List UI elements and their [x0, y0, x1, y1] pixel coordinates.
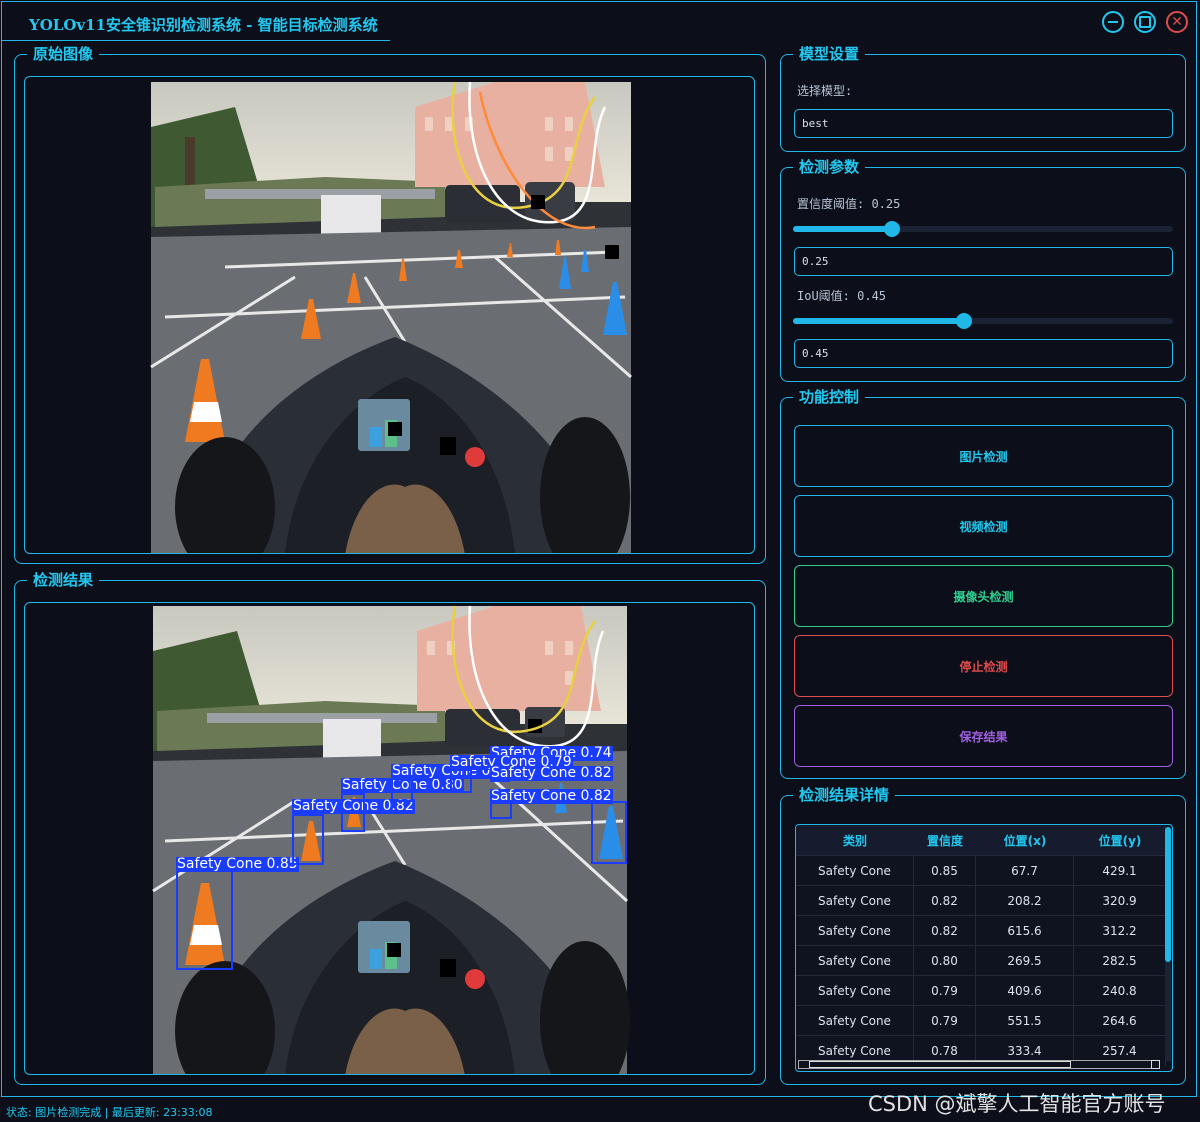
result-image-view: Safety Cone 0.85 Safety Cone 0.82 Safety… — [24, 602, 755, 1075]
header-class[interactable]: 类别 — [796, 825, 914, 855]
cell-confidence: 0.82 — [914, 916, 976, 946]
cell-x: 551.5 — [976, 1006, 1074, 1036]
watermark: CSDN @斌擎人工智能官方账号 — [868, 1092, 1166, 1116]
result-image-title: 检测结果 — [27, 571, 100, 589]
cell-confidence: 0.85 — [914, 856, 976, 886]
model-settings-title: 模型设置 — [793, 45, 866, 63]
cell-class: Safety Cone — [796, 916, 914, 946]
confidence-slider-fill — [793, 226, 892, 232]
original-image-title: 原始图像 — [27, 45, 100, 63]
detection-box — [591, 801, 627, 864]
function-controls-title: 功能控制 — [793, 388, 866, 406]
header-x[interactable]: 位置(x) — [976, 825, 1074, 855]
original-image-view — [24, 76, 755, 554]
horizontal-scrollbar[interactable] — [798, 1060, 1160, 1069]
cell-y: 264.6 — [1074, 1006, 1166, 1036]
cell-x: 67.7 — [976, 856, 1074, 886]
horizontal-scrollbar-thumb[interactable] — [809, 1061, 1071, 1068]
confidence-label: 置信度阈值: 0.25 — [797, 197, 901, 211]
camera-detect-button[interactable]: 摄像头检测 — [794, 565, 1173, 627]
cell-confidence: 0.80 — [914, 946, 976, 976]
original-image — [150, 81, 632, 553]
cell-confidence: 0.79 — [914, 976, 976, 1006]
status-bar: 状态: 图片检测完成 | 最后更新: 23:33:08 — [6, 1106, 213, 1119]
result-details-title: 检测结果详情 — [793, 786, 896, 804]
detection-label: Safety Cone 0.82 — [490, 765, 613, 781]
cell-class: Safety Cone — [796, 1006, 914, 1036]
cell-y: 282.5 — [1074, 946, 1166, 976]
cell-class: Safety Cone — [796, 976, 914, 1006]
scroll-corner — [1151, 1060, 1160, 1069]
vertical-scrollbar[interactable] — [1165, 827, 1171, 1061]
save-result-button[interactable]: 保存结果 — [794, 705, 1173, 767]
table-header: 类别 置信度 位置(x) 位置(y) — [796, 825, 1166, 855]
cell-confidence: 0.82 — [914, 886, 976, 916]
stop-detect-button[interactable]: 停止检测 — [794, 635, 1173, 697]
iou-slider-fill — [793, 318, 964, 324]
confidence-slider-handle[interactable] — [883, 221, 900, 237]
model-select-label: 选择模型: — [797, 84, 853, 98]
confidence-spinbox[interactable]: 0.25 — [794, 247, 1173, 276]
title-bar: YOLOv11安全锥识别检测系统 - 智能目标检测系统 — [2, 2, 1196, 42]
cell-y: 429.1 — [1074, 856, 1166, 886]
cell-class: Safety Cone — [796, 886, 914, 916]
cell-class: Safety Cone — [796, 946, 914, 976]
cell-x: 615.6 — [976, 916, 1074, 946]
title-underline — [2, 40, 390, 41]
vertical-scrollbar-thumb[interactable] — [1165, 827, 1171, 962]
iou-slider[interactable] — [793, 313, 1173, 329]
video-detect-button[interactable]: 视频检测 — [794, 495, 1173, 557]
detection-box — [391, 778, 413, 802]
table-row[interactable]: Safety Cone 0.82 615.6 312.2 — [796, 915, 1166, 946]
confidence-slider[interactable] — [793, 221, 1173, 237]
table-row[interactable]: Safety Cone 0.79 409.6 240.8 — [796, 975, 1166, 1006]
detection-box — [292, 814, 324, 865]
cell-x: 208.2 — [976, 886, 1074, 916]
header-confidence[interactable]: 置信度 — [914, 825, 976, 855]
close-icon[interactable]: ✕ — [1166, 11, 1188, 33]
cell-y: 320.9 — [1074, 886, 1166, 916]
window-title: YOLOv11安全锥识别检测系统 - 智能目标检测系统 — [29, 16, 378, 34]
cell-y: 312.2 — [1074, 916, 1166, 946]
header-y[interactable]: 位置(y) — [1074, 825, 1166, 855]
cell-y: 240.8 — [1074, 976, 1166, 1006]
detection-box — [450, 769, 472, 793]
cell-confidence: 0.79 — [914, 1006, 976, 1036]
cell-x: 409.6 — [976, 976, 1074, 1006]
table-row[interactable]: Safety Cone 0.79 551.5 264.6 — [796, 1005, 1166, 1036]
model-select[interactable]: best — [794, 109, 1173, 138]
minimize-icon[interactable] — [1102, 11, 1124, 33]
table-row[interactable]: Safety Cone 0.82 208.2 320.9 — [796, 885, 1166, 916]
cell-x: 269.5 — [976, 946, 1074, 976]
iou-slider-handle[interactable] — [956, 313, 972, 329]
detection-label: Safety Cone 0.82 — [490, 788, 613, 804]
table-row[interactable]: Safety Cone 0.80 269.5 282.5 — [796, 945, 1166, 976]
iou-label: IoU阈值: 0.45 — [797, 289, 887, 303]
result-table[interactable]: 类别 置信度 位置(x) 位置(y) Safety Cone 0.85 67.7 42… — [795, 824, 1173, 1072]
image-detect-button[interactable]: 图片检测 — [794, 425, 1173, 487]
maximize-icon[interactable] — [1134, 11, 1156, 33]
detection-label: Safety Cone 0.85 — [176, 856, 299, 872]
table-row[interactable]: Safety Cone 0.85 67.7 429.1 — [796, 855, 1166, 886]
result-image — [152, 605, 630, 1074]
iou-spinbox[interactable]: 0.45 — [794, 339, 1173, 368]
detection-box — [176, 870, 233, 970]
detection-params-title: 检测参数 — [793, 158, 866, 176]
detection-box — [341, 793, 365, 832]
cell-class: Safety Cone — [796, 856, 914, 886]
